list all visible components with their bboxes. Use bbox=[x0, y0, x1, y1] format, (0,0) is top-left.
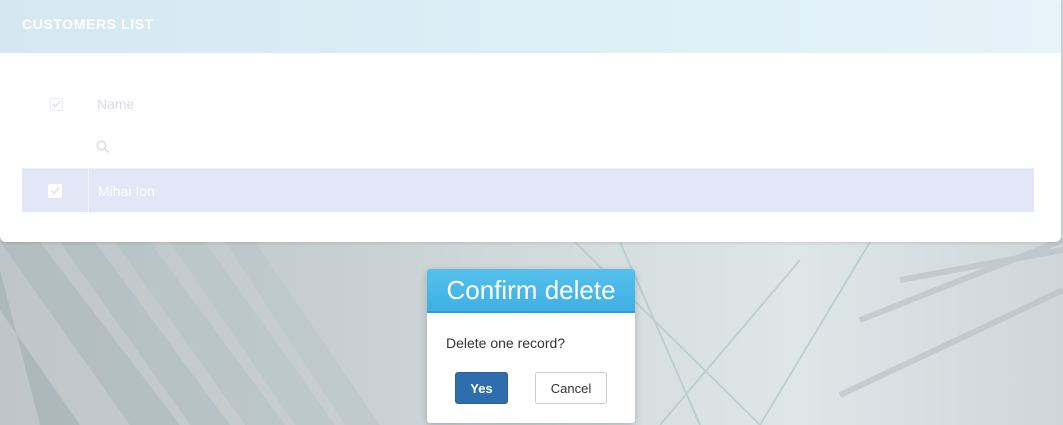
dialog-header: Confirm delete bbox=[427, 269, 635, 313]
customers-grid: Name Mihai Ion bbox=[22, 82, 1034, 212]
checkmark-icon bbox=[50, 186, 60, 195]
dialog-buttons: Yes Cancel bbox=[427, 372, 635, 404]
search-icon[interactable] bbox=[96, 140, 110, 154]
header-checkbox-cell bbox=[22, 97, 88, 111]
row-name-cell: Mihai Ion bbox=[98, 182, 155, 199]
select-all-checkbox[interactable] bbox=[49, 97, 63, 111]
cancel-button[interactable]: Cancel bbox=[535, 372, 607, 404]
dialog-message: Delete one record? bbox=[446, 335, 566, 351]
checkmark-icon bbox=[52, 100, 61, 108]
card-header: CUSTOMERS LIST bbox=[0, 0, 1061, 53]
customers-list-card: CUSTOMERS LIST Name Mihai Ion bbox=[0, 0, 1061, 242]
row-checkbox[interactable] bbox=[48, 183, 62, 198]
confirm-delete-dialog: Confirm delete Delete one record? Yes Ca… bbox=[427, 269, 635, 423]
yes-button[interactable]: Yes bbox=[455, 372, 508, 404]
dialog-title: Confirm delete bbox=[446, 274, 616, 305]
card-title: CUSTOMERS LIST bbox=[22, 16, 154, 32]
row-checkbox-cell bbox=[22, 169, 89, 212]
table-row[interactable]: Mihai Ion bbox=[22, 168, 1034, 212]
filter-row bbox=[22, 126, 1034, 168]
grid-header-row: Name bbox=[22, 82, 1034, 126]
column-header-name[interactable]: Name bbox=[88, 96, 134, 112]
